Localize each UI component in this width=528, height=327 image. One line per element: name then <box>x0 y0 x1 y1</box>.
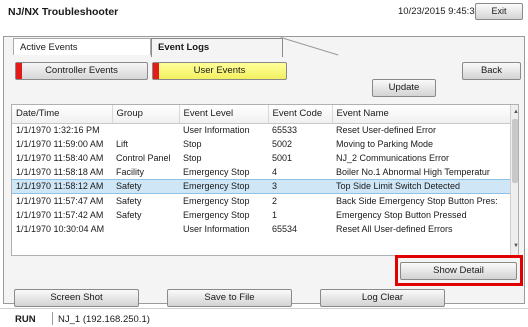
cell-group <box>112 123 179 137</box>
cell-datetime: 1/1/1970 10:30:04 AM <box>16 223 105 234</box>
user-events-label: User Events <box>193 65 246 76</box>
device-address-label: NJ_1 (192.168.250.1) <box>58 314 150 325</box>
event-log-table: Date/Time Group Event Level Event Code E… <box>11 104 519 256</box>
cell-datetime: 1/1/1970 11:57:42 AM <box>16 209 104 220</box>
cell-event-name: Emergency Stop Button Pressed <box>336 209 467 220</box>
table-row[interactable]: 1/1/1970 11:58:40 AM Control Panel Stop … <box>12 151 510 165</box>
controller-indicator <box>16 63 22 79</box>
cell-group: Safety <box>116 195 142 206</box>
cell-datetime: 1/1/1970 11:58:12 AM <box>12 178 112 194</box>
cell-event-name: Reset User-defined Error <box>336 125 437 136</box>
cell-event-name: Boiler No.1 Abnormal High Temperatur <box>336 167 490 178</box>
column-header-event-code[interactable]: Event Code <box>268 105 333 124</box>
run-mode-label: RUN <box>15 314 36 325</box>
table-row[interactable]: 1/1/1970 1:32:16 PM User Information 655… <box>12 123 510 137</box>
title-bar: NJ/NX Troubleshooter 10/23/2015 9:45:33 … <box>0 0 528 22</box>
cell-event-code: 65534 <box>272 223 298 234</box>
cell-datetime: 1/1/1970 11:57:47 AM <box>16 195 104 206</box>
exit-button[interactable]: Exit <box>475 3 523 20</box>
cell-event-name: Back Side Emergency Stop Button Pres: <box>336 195 498 206</box>
save-to-file-button[interactable]: Save to File <box>167 289 292 307</box>
column-header-event-level[interactable]: Event Level <box>179 105 269 124</box>
cell-event-level: Emergency Stop <box>183 167 250 178</box>
cell-event-name: Reset All User-defined Errors <box>336 223 453 234</box>
cell-group: Safety <box>116 209 142 220</box>
tab-event-logs[interactable]: Event Logs <box>151 38 283 57</box>
cell-group: Facility <box>116 167 145 178</box>
controller-events-label: Controller Events <box>45 65 118 76</box>
cell-event-name: Moving to Parking Mode <box>336 139 434 150</box>
cell-event-code: 1 <box>272 209 278 220</box>
controller-events-button[interactable]: Controller Events <box>15 62 148 80</box>
highlight-annotation <box>395 255 523 286</box>
table-row[interactable]: 1/1/1970 11:57:42 AM Safety Emergency St… <box>12 208 510 222</box>
column-header-event-name[interactable]: Event Name <box>332 105 511 124</box>
user-indicator <box>153 63 159 79</box>
table-scrollbar[interactable]: ▲ ▼ <box>510 105 518 255</box>
log-clear-button[interactable]: Log Clear <box>320 289 445 307</box>
cell-event-code: 5002 <box>272 139 293 150</box>
cell-datetime: 1/1/1970 11:59:00 AM <box>16 139 104 150</box>
user-events-button[interactable]: User Events <box>152 62 287 80</box>
status-bar: RUN NJ_1 (192.168.250.1) <box>0 308 528 327</box>
cell-group: Lift <box>116 139 129 150</box>
cell-event-code: 3 <box>268 178 332 194</box>
cell-datetime: 1/1/1970 11:58:40 AM <box>16 153 104 164</box>
cell-event-level: Emergency Stop <box>183 209 250 220</box>
cell-event-name: Top Side Limit Switch Detected <box>332 178 510 194</box>
cell-event-code: 5001 <box>272 153 293 164</box>
table-row[interactable]: 1/1/1970 11:57:47 AM Safety Emergency St… <box>12 193 510 207</box>
cell-event-level: Emergency Stop <box>183 195 250 206</box>
cell-event-code: 65533 <box>272 125 298 136</box>
app-title: NJ/NX Troubleshooter <box>8 6 119 18</box>
cell-event-level: User Information <box>183 125 250 136</box>
cell-event-level: Stop <box>183 139 202 150</box>
cell-event-name: NJ_2 Communications Error <box>336 153 450 164</box>
cell-group <box>112 222 179 236</box>
status-divider <box>52 312 53 325</box>
cell-datetime: 1/1/1970 11:58:18 AM <box>16 167 104 178</box>
cell-event-code: 2 <box>272 195 278 206</box>
table-row[interactable]: 1/1/1970 11:58:18 AM Facility Emergency … <box>12 165 510 179</box>
cell-event-level: User Information <box>183 223 250 234</box>
tab-active-events[interactable]: Active Events <box>13 38 151 55</box>
cell-event-level: Stop <box>183 153 202 164</box>
scroll-thumb[interactable] <box>512 119 518 183</box>
screen-shot-button[interactable]: Screen Shot <box>14 289 139 307</box>
scroll-up-arrow-icon[interactable]: ▲ <box>513 109 518 115</box>
column-header-datetime[interactable]: Date/Time <box>12 105 113 124</box>
table-row[interactable]: 1/1/1970 10:30:04 AM User Information 65… <box>12 222 510 236</box>
cell-event-level: Emergency Stop <box>179 178 268 194</box>
back-button[interactable]: Back <box>462 62 521 80</box>
cell-group: Control Panel <box>116 153 171 164</box>
scroll-down-arrow-icon[interactable]: ▼ <box>513 243 518 249</box>
cell-datetime: 1/1/1970 1:32:16 PM <box>16 125 100 136</box>
update-button[interactable]: Update <box>372 79 436 97</box>
cell-group: Safety <box>112 178 179 194</box>
table-row[interactable]: 1/1/1970 11:59:00 AM Lift Stop 5002 Movi… <box>12 137 510 151</box>
table-header: Date/Time Group Event Level Event Code E… <box>12 105 511 124</box>
table-row-selected[interactable]: 1/1/1970 11:58:12 AM Safety Emergency St… <box>12 178 510 194</box>
column-header-group[interactable]: Group <box>112 105 180 124</box>
cell-event-code: 4 <box>272 167 278 178</box>
